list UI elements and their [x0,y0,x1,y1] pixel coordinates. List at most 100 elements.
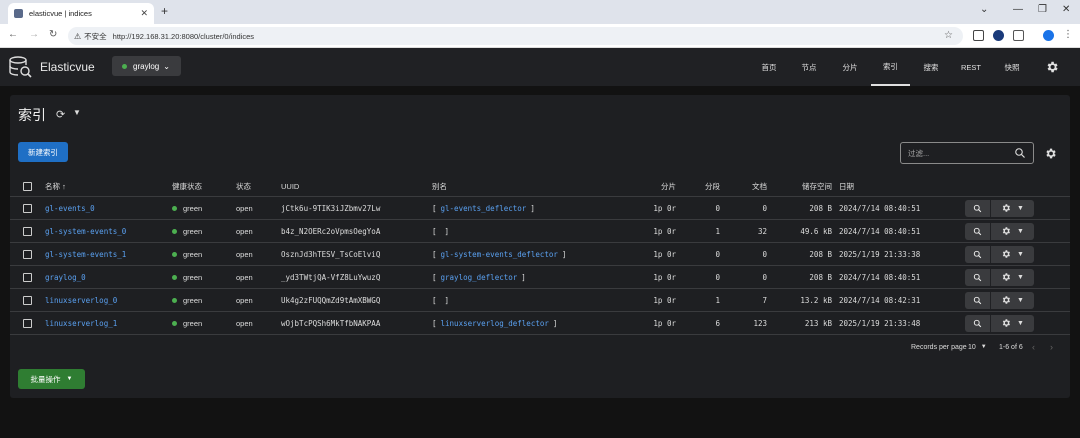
next-page-icon[interactable]: › [1050,341,1053,353]
index-name-link[interactable]: graylog_0 [45,266,86,288]
tab-search-icon[interactable]: ⌄ [980,4,988,15]
url-field[interactable]: ⚠ 不安全 http://192.168.31.20:8080/cluster/… [68,27,963,45]
back-icon[interactable]: ← [8,29,18,40]
bulk-actions-label: 批量操作 [30,374,61,384]
refresh-options-caret-icon[interactable]: ▼ [73,108,81,117]
nav-snapshots[interactable]: 快照 [995,48,1029,86]
col-docs[interactable]: 文档 [725,177,767,196]
alias-link[interactable]: linuxserverlog_deflector [441,319,549,328]
cluster-status-icon [122,63,127,69]
page-title: 索引 [18,107,46,123]
per-page-select[interactable]: 10 ▼ [968,341,987,353]
profile-icon[interactable] [1043,30,1054,41]
browser-tab[interactable]: elasticvue | indices ✕ [8,3,154,24]
per-page-value: 10 [968,343,976,351]
row-checkbox[interactable] [23,249,32,259]
nav-indices[interactable]: 索引 [871,48,910,86]
alias-cell: [] [432,220,449,242]
alias-cell: [gl-events_deflector] [432,197,535,219]
row-settings-button[interactable]: ▼ [991,246,1034,263]
index-name-link[interactable]: gl-events_0 [45,197,95,219]
gear-icon [1001,295,1011,307]
forward-icon[interactable]: → [29,29,39,40]
row-settings-button[interactable]: ▼ [991,200,1034,217]
close-icon[interactable]: ✕ [140,8,148,19]
segments-text: 0 [715,272,720,282]
nav-nodes[interactable]: 节点 [792,48,826,86]
reload-icon[interactable]: ↻ [49,29,57,40]
col-uuid[interactable]: UUID [281,177,299,196]
col-status[interactable]: 状态 [236,177,251,196]
row-checkbox[interactable] [23,203,32,213]
row-checkbox[interactable] [23,226,32,236]
select-all-checkbox[interactable] [23,182,32,191]
uuid-text: OsznJd3hTESV_TsCoElviQ [281,249,381,259]
table-row: gl-system-events_0 green open b4z_N2OERc2oV… [10,220,1070,243]
uuid-text: _yd3TWtjQA-VfZ8LuYwuzQ [281,272,381,282]
bulk-actions-button[interactable]: 批量操作 ▼ [18,369,85,389]
settings-gear-icon[interactable] [1045,60,1059,74]
minimize-icon[interactable]: — [1013,4,1023,15]
row-checkbox[interactable] [23,295,32,305]
date-text: 2025/1/19 21:33:38 [839,249,921,259]
row-actions: ▼ [965,200,1034,217]
window-close-icon[interactable]: ✕ [1062,4,1070,15]
row-search-icon[interactable] [965,315,991,332]
row-checkbox[interactable] [23,318,32,328]
filter-input[interactable]: 过滤... [900,142,1034,164]
row-checkbox[interactable] [23,272,32,282]
health-cell: green [172,220,202,242]
index-name-link[interactable]: linuxserverlog_1 [45,312,117,334]
col-health[interactable]: 健康状态 [172,177,202,196]
index-name-link[interactable]: gl-system-events_0 [45,220,126,242]
row-settings-button[interactable]: ▼ [991,269,1034,286]
maximize-icon[interactable]: ❐ [1038,4,1047,15]
nav-rest[interactable]: REST [954,48,988,86]
row-search-icon[interactable] [965,223,991,240]
date-text: 2024/7/14 08:40:51 [839,226,921,236]
puzzle-icon[interactable] [1013,30,1024,41]
row-search-icon[interactable] [965,269,991,286]
col-storage[interactable]: 储存空间 [770,177,832,196]
prev-page-icon[interactable]: ‹ [1032,341,1035,353]
nav-search[interactable]: 搜索 [914,48,948,86]
index-name-link[interactable]: linuxserverlog_0 [45,289,117,311]
extension-icon[interactable] [993,30,1004,41]
row-search-icon[interactable] [965,292,991,309]
index-name-link[interactable]: gl-system-events_1 [45,243,126,265]
col-date[interactable]: 日期 [839,177,854,196]
table-settings-gear-icon[interactable] [1044,147,1057,160]
new-tab-button[interactable]: + [161,4,168,18]
alias-bracket-open: [ [432,203,437,213]
new-index-button[interactable]: 新建索引 [18,142,68,162]
bookmark-star-icon[interactable]: ☆ [944,30,953,41]
col-shards[interactable]: 分片 [630,177,676,196]
row-search-icon[interactable] [965,246,991,263]
col-name[interactable]: 名称 ↑ [45,177,66,196]
cluster-select-button[interactable]: graylog ⌄ [112,56,181,76]
status-text: open [236,295,253,305]
alias-bracket-open: [ [432,249,437,259]
row-settings-button[interactable]: ▼ [991,292,1034,309]
menu-icon[interactable]: ⋮ [1063,29,1073,40]
row-settings-button[interactable]: ▼ [991,315,1034,332]
row-actions: ▼ [965,246,1034,263]
uuid-text: jCtk6u-9TIK3iJZbmv27Lw [281,203,381,213]
shards-text: 1p 0r [653,295,676,305]
reader-icon[interactable] [973,30,984,41]
col-alias[interactable]: 别名 [432,177,447,196]
health-dot-icon [172,228,177,234]
size-text: 208 B [809,249,832,259]
alias-link[interactable]: graylog_deflector [441,273,518,282]
alias-link[interactable]: gl-system-events_deflector [441,250,558,259]
col-segments[interactable]: 分段 [680,177,720,196]
alias-link[interactable]: gl-events_deflector [441,204,527,213]
size-text: 213 kB [804,318,832,328]
nav-shards[interactable]: 分片 [833,48,867,86]
nav-home[interactable]: 首页 [752,48,786,86]
refresh-icon[interactable]: ⟳ [56,108,65,121]
search-icon[interactable] [1014,147,1026,159]
row-search-icon[interactable] [965,200,991,217]
alias-bracket-close: ] [444,295,450,305]
row-settings-button[interactable]: ▼ [991,223,1034,240]
